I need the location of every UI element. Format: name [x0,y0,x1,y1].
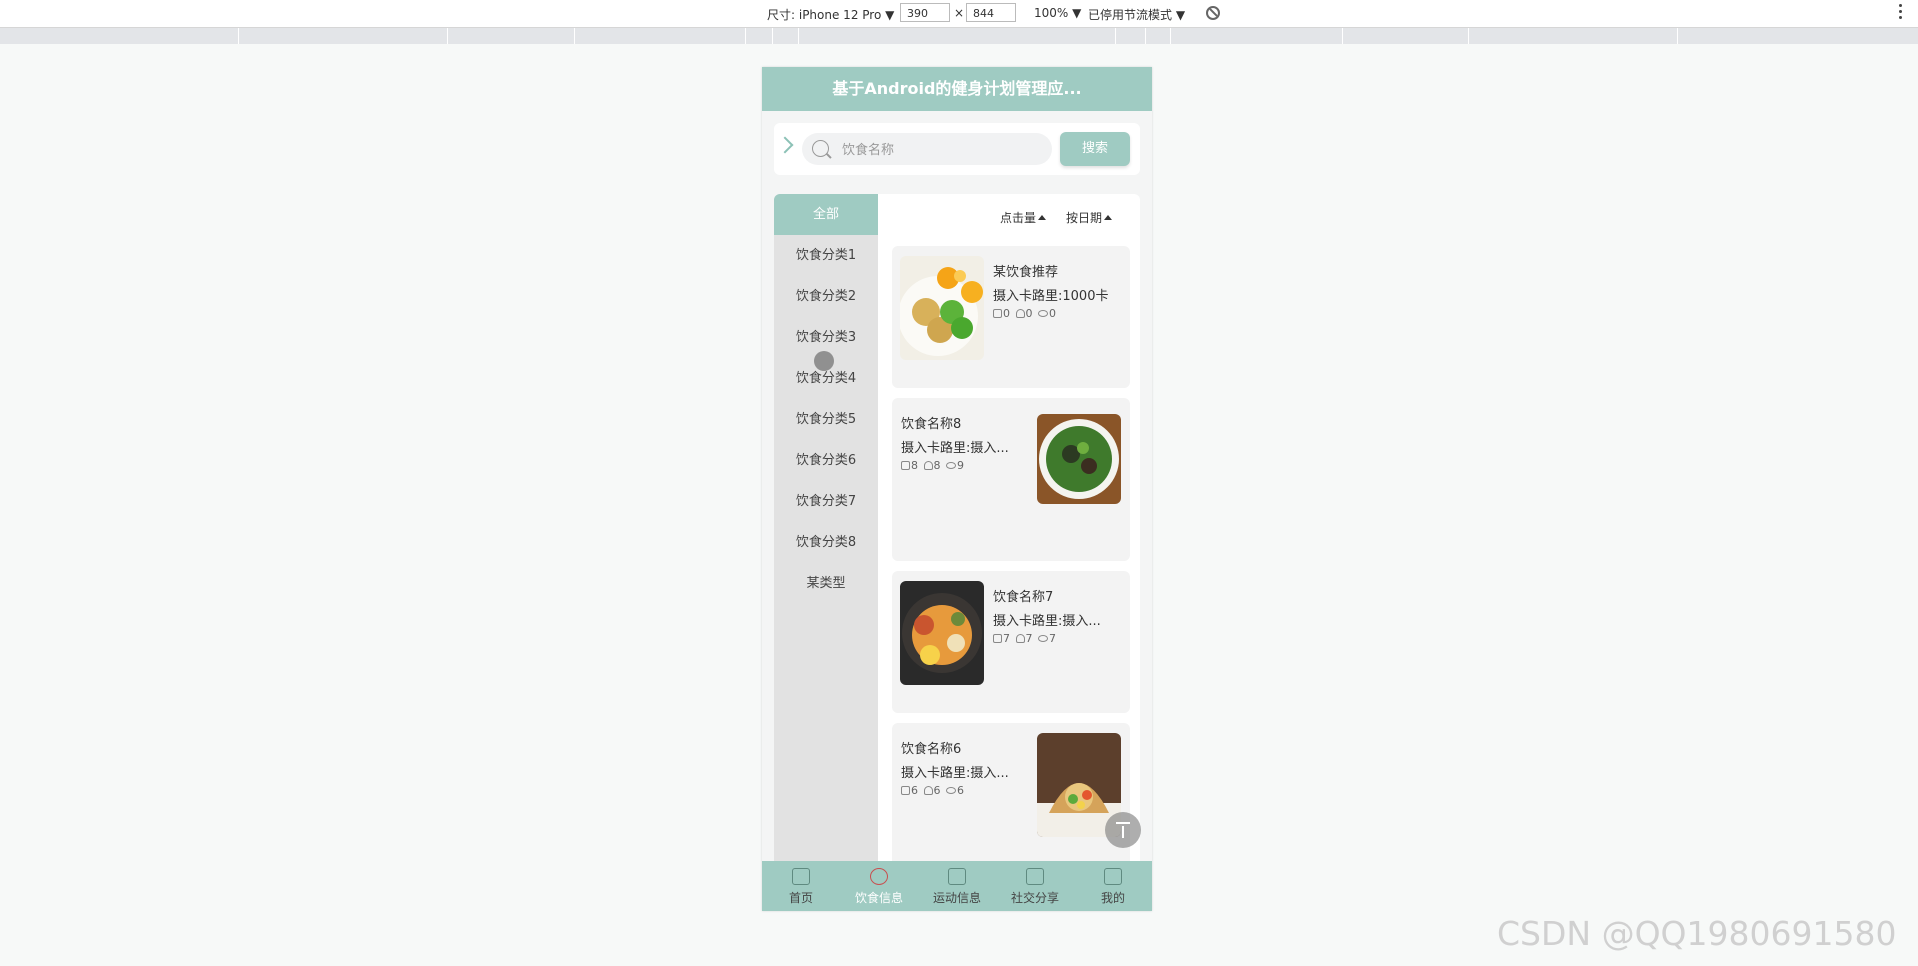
device-selector[interactable]: 尺寸: iPhone 12 Pro ▼ [767,6,894,23]
back-to-top-button[interactable] [1105,812,1141,848]
chevron-right-icon[interactable] [776,136,794,154]
star-icon [1015,634,1025,643]
search-icon [812,140,829,157]
food-stats: 6 6 6 [899,784,964,797]
category-item[interactable]: 饮食分类1 [774,235,878,276]
thumbs-up-icon [901,461,910,470]
bottom-tab-bar: 首页 饮食信息 运动信息 社交分享 我的 [762,861,1152,911]
food-name: 饮食名称7 [993,590,1054,605]
star-count: 0 [1025,307,1033,320]
like-count: 6 [911,784,918,797]
tab-label: 首页 [788,891,813,905]
home-icon [792,868,810,885]
star-count: 7 [1025,632,1033,645]
tab-social-share[interactable]: 社交分享 [996,861,1074,911]
star-icon [923,461,933,470]
like-count: 7 [1003,632,1010,645]
search-input[interactable] [842,133,1042,165]
category-item-all[interactable]: 全部 [774,194,878,235]
star-count: 8 [933,459,941,472]
food-image [1037,414,1121,504]
search-button[interactable]: 搜索 [1060,132,1130,166]
food-stats: 7 7 7 [991,632,1056,645]
sort-by-clicks[interactable]: 点击量 [1000,209,1046,226]
food-stats: 0 0 0 [991,307,1056,320]
category-item[interactable]: 饮食分类5 [774,399,878,440]
view-count: 7 [1049,632,1056,645]
eye-icon [1038,310,1048,317]
food-name: 饮食名称6 [901,742,962,757]
phone-viewport: 基于Android的健身计划管理应... 搜索 全部 饮食分类1 饮食分类2 饮… [762,67,1152,911]
food-card[interactable]: 某饮食推荐 摄入卡路里:1000卡 0 0 0 [892,246,1130,388]
thumbs-up-icon [993,309,1002,318]
throttle-selector[interactable]: 已停用节流模式 ▼ [1088,6,1185,23]
eye-icon [946,787,956,794]
tab-label: 饮食信息 [854,891,903,905]
food-name: 某饮食推荐 [993,265,1059,280]
rotate-disabled-icon[interactable] [1206,6,1220,20]
food-calories: 摄入卡路里:1000卡 [993,289,1109,304]
device-width-input[interactable]: 390 [900,3,950,22]
zoom-selector[interactable]: 100% ▼ [1034,6,1081,20]
search-field[interactable] [802,133,1052,165]
touch-cursor [814,351,834,371]
star-icon [923,786,933,795]
thumbs-up-icon [993,634,1002,643]
more-options-icon[interactable] [1899,4,1902,20]
tab-exercise-info[interactable]: 运动信息 [918,861,996,911]
media-query-ruler [0,28,1918,44]
search-bar: 搜索 [774,123,1140,175]
view-count: 0 [1049,307,1056,320]
star-count: 6 [933,784,941,797]
sort-by-date[interactable]: 按日期 [1066,209,1112,226]
food-card[interactable]: 饮食名称7 摄入卡路里:摄入... 7 7 7 [892,571,1130,713]
category-item[interactable]: 饮食分类6 [774,440,878,481]
tab-label: 社交分享 [1010,891,1059,905]
food-image [900,256,984,360]
tab-mine[interactable]: 我的 [1074,861,1152,911]
chat-icon [1026,868,1044,885]
food-calories: 摄入卡路里:摄入... [901,766,1009,781]
sort-bar: 点击量 按日期 [878,194,1140,234]
food-stats: 8 8 9 [899,459,964,472]
like-count: 0 [1003,307,1010,320]
food-calories: 摄入卡路里:摄入... [901,441,1009,456]
view-count: 6 [957,784,964,797]
category-item[interactable]: 某类型 [774,563,878,604]
eye-icon [1038,635,1048,642]
category-sidebar: 全部 饮食分类1 饮食分类2 饮食分类3 饮食分类4 饮食分类5 饮食分类6 饮… [774,194,878,874]
food-icon [870,868,888,885]
star-icon [1015,309,1025,318]
like-count: 8 [911,459,918,472]
food-name: 饮食名称8 [901,417,962,432]
page-title: 基于Android的健身计划管理应... [762,67,1152,111]
category-item[interactable]: 饮食分类7 [774,481,878,522]
category-item[interactable]: 饮食分类8 [774,522,878,563]
watermark: CSDN @QQ1980691580 [1497,914,1897,953]
food-card[interactable]: 饮食名称8 摄入卡路里:摄入... 8 8 9 [892,398,1130,561]
view-count: 9 [957,459,964,472]
tab-label: 我的 [1100,891,1125,905]
food-image [900,581,984,685]
category-item[interactable]: 饮食分类2 [774,276,878,317]
exercise-icon [948,868,966,885]
tab-food-info[interactable]: 饮食信息 [840,861,918,911]
tab-label: 运动信息 [932,891,981,905]
dimension-times: × [954,6,965,20]
devtools-toolbar: 尺寸: iPhone 12 Pro ▼ 390 × 844 100% ▼ 已停用… [0,0,1918,28]
tab-home[interactable]: 首页 [762,861,840,911]
eye-icon [946,462,956,469]
device-height-input[interactable]: 844 [966,3,1016,22]
food-calories: 摄入卡路里:摄入... [993,614,1101,629]
user-icon [1104,868,1122,885]
thumbs-up-icon [901,786,910,795]
